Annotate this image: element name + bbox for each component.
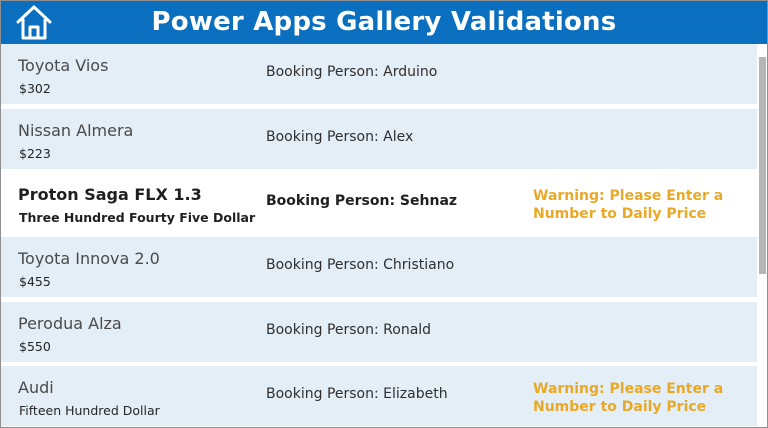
gallery-item-selected[interactable]: Proton Saga FLX 1.3 Three Hundred Fourty… [1, 173, 757, 233]
car-name: Proton Saga FLX 1.3 [18, 185, 202, 204]
car-name: Perodua Alza [18, 314, 122, 333]
gallery-item[interactable]: Toyota Vios $302 Booking Person: Arduino [1, 44, 757, 104]
price-warning: Warning: Please Enter a Number to Daily … [533, 188, 724, 222]
booking-person: Booking Person: Sehnaz [266, 193, 458, 209]
gallery-item[interactable]: Nissan Almera $223 Booking Person: Alex [1, 109, 757, 169]
daily-price: $223 [19, 146, 51, 161]
gallery-item[interactable]: Audi Fifteen Hundred Dollar Booking Pers… [1, 366, 757, 426]
header-bar: Power Apps Gallery Validations [1, 1, 767, 44]
booking-person: Booking Person: Arduino [266, 64, 438, 80]
page-title: Power Apps Gallery Validations [151, 7, 617, 37]
daily-price: $302 [19, 81, 51, 96]
app-screen: Power Apps Gallery Validations Toyota Vi… [0, 0, 768, 428]
daily-price: $550 [19, 339, 51, 354]
gallery[interactable]: Toyota Vios $302 Booking Person: Arduino… [1, 44, 757, 427]
gallery-scrollbar[interactable] [757, 44, 767, 427]
car-name: Audi [18, 378, 54, 397]
scrollbar-thumb[interactable] [759, 57, 766, 274]
daily-price: $455 [19, 274, 51, 289]
car-name: Nissan Almera [18, 121, 134, 140]
gallery-item[interactable]: Toyota Innova 2.0 $455 Booking Person: C… [1, 237, 757, 297]
booking-person: Booking Person: Alex [266, 129, 414, 145]
booking-person: Booking Person: Ronald [266, 322, 432, 338]
daily-price: Fifteen Hundred Dollar [19, 403, 160, 418]
booking-person: Booking Person: Christiano [266, 257, 455, 273]
price-warning: Warning: Please Enter a Number to Daily … [533, 381, 724, 415]
car-name: Toyota Vios [18, 56, 109, 75]
daily-price: Three Hundred Fourty Five Dollar [19, 210, 256, 225]
gallery-item[interactable]: Perodua Alza $550 Booking Person: Ronald [1, 302, 757, 362]
booking-person: Booking Person: Elizabeth [266, 386, 448, 402]
car-name: Toyota Innova 2.0 [18, 249, 160, 268]
